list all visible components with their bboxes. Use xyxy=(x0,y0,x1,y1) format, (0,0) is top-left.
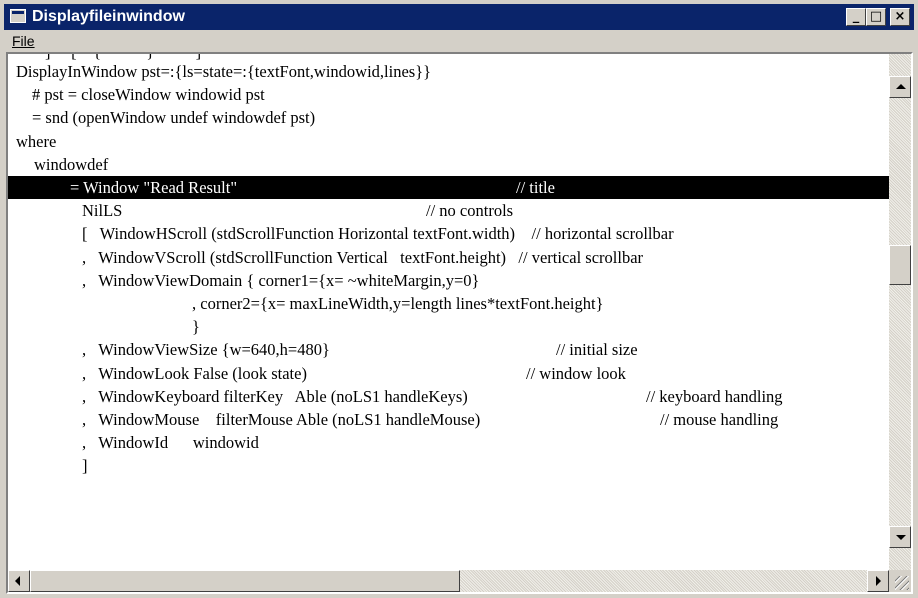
arrow-up-icon xyxy=(896,84,906,89)
maximize-button[interactable]: □ xyxy=(866,8,886,26)
scroll-right-button[interactable] xyxy=(867,570,889,592)
menu-file[interactable]: File xyxy=(12,32,35,50)
code-text: , WindowViewDomain { corner1={x= ~whiteM… xyxy=(82,270,480,290)
minimize-button[interactable]: _ xyxy=(846,8,866,26)
code-line[interactable]: = snd (openWindow undef windowdef pst) xyxy=(8,106,889,129)
code-line[interactable]: , WindowLook False (look state) // window… xyxy=(8,362,889,385)
code-line[interactable]: DisplayInWindow pst=:{ls=state=:{textFon… xyxy=(8,60,889,83)
app-window: Displayfileinwindow _ □ × File ] [ { } ]… xyxy=(0,0,918,598)
scrollbar-corner xyxy=(889,570,911,592)
vertical-scroll-thumb[interactable] xyxy=(889,245,911,286)
code-line[interactable]: , WindowVScroll (stdScrollFunction Verti… xyxy=(8,246,889,269)
code-line[interactable]: , WindowId windowid xyxy=(8,431,889,454)
document-view: ] [ { } ] DisplayInWindow pst=:{ls=state… xyxy=(6,52,913,594)
arrow-right-icon xyxy=(876,576,881,586)
code-text: // initial size xyxy=(556,340,638,360)
code-text: DisplayInWindow pst=:{ls=state=:{textFon… xyxy=(16,62,432,81)
menu-bar: File xyxy=(4,30,914,52)
horizontal-scroll-thumb[interactable] xyxy=(30,570,460,592)
code-text: # pst = closeWindow windowid pst xyxy=(32,85,265,105)
code-text: NilLS xyxy=(82,201,123,221)
code-line[interactable]: , WindowKeyboard filterKey Able (noLS1 h… xyxy=(8,385,889,408)
code-text: windowdef xyxy=(34,154,109,174)
code-text: = Window "Read Result" xyxy=(70,178,238,197)
code-line[interactable]: NilLS // no controls xyxy=(8,199,889,222)
code-line[interactable]: , corner2={x= maxLineWidth,y=length line… xyxy=(8,292,889,315)
arrow-left-icon xyxy=(15,576,20,586)
window-title: Displayfileinwindow xyxy=(32,8,185,25)
code-text: ] xyxy=(82,456,88,476)
code-line[interactable]: # pst = closeWindow windowid pst xyxy=(8,83,889,106)
code-line-selected[interactable]: = Window "Read Result" // title xyxy=(8,176,889,199)
code-text: // keyboard handling xyxy=(646,386,783,406)
resize-grip-icon[interactable] xyxy=(895,576,909,590)
code-line[interactable]: } xyxy=(8,315,889,338)
code-text: , WindowViewSize {w=640,h=480} xyxy=(82,340,330,360)
code-line[interactable]: ] xyxy=(8,454,889,477)
code-text: // mouse handling xyxy=(660,410,779,429)
code-text-area[interactable]: ] [ { } ] DisplayInWindow pst=:{ls=state… xyxy=(8,54,889,568)
arrow-down-icon xyxy=(896,535,906,540)
code-line[interactable]: , WindowViewDomain { corner1={x= ~whiteM… xyxy=(8,269,889,292)
code-line[interactable]: windowdef xyxy=(8,153,889,176)
code-text: // no controls xyxy=(426,201,514,221)
code-text: // window look xyxy=(526,363,626,383)
code-line[interactable]: [ WindowHScroll (stdScrollFunction Horiz… xyxy=(8,222,889,245)
code-text: , corner2={x= maxLineWidth,y=length line… xyxy=(192,294,604,313)
vertical-scrollbar[interactable] xyxy=(889,54,911,570)
code-text: [ WindowHScroll (stdScrollFunction Horiz… xyxy=(82,224,674,244)
code-text: , WindowId windowid xyxy=(82,433,259,453)
code-text: } xyxy=(192,317,200,337)
code-text: , WindowMouse filterMouse Able (noLS1 ha… xyxy=(82,410,481,429)
code-line[interactable]: , WindowMouse filterMouse Able (noLS1 ha… xyxy=(8,408,889,431)
code-text: , WindowLook False (look state) xyxy=(82,363,307,383)
scroll-down-button[interactable] xyxy=(889,526,911,548)
code-line[interactable]: where xyxy=(8,130,889,153)
window-app-icon[interactable] xyxy=(10,9,26,23)
code-text: where xyxy=(16,131,57,151)
scroll-left-button[interactable] xyxy=(8,570,30,592)
code-text: , WindowVScroll (stdScrollFunction Verti… xyxy=(82,247,644,267)
horizontal-scrollbar[interactable] xyxy=(8,570,889,592)
code-text: , WindowKeyboard filterKey Able (noLS1 h… xyxy=(82,386,468,406)
code-text: // title xyxy=(516,178,555,197)
scroll-up-button[interactable] xyxy=(889,76,911,98)
code-text: = snd (openWindow undef windowdef pst) xyxy=(32,108,316,128)
title-bar[interactable]: Displayfileinwindow _ □ × xyxy=(4,4,914,30)
code-line[interactable]: , WindowViewSize {w=640,h=480} // initial… xyxy=(8,338,889,361)
close-button[interactable]: × xyxy=(890,8,910,26)
